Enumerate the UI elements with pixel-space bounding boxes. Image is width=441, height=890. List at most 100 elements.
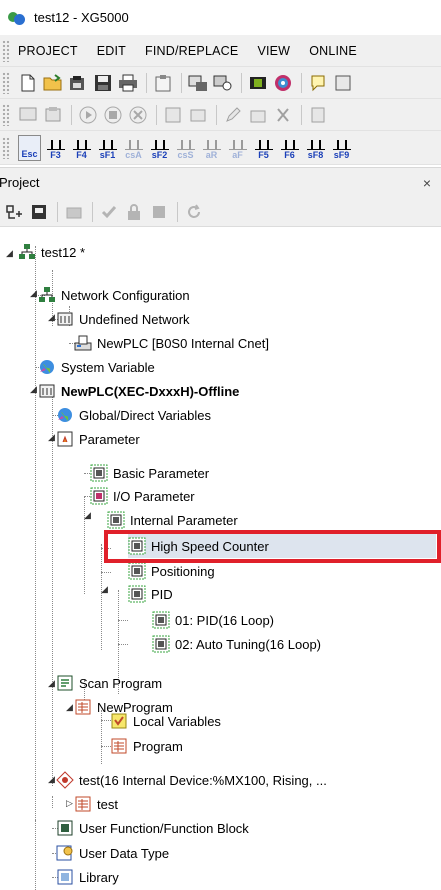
- tree-item-io-parameter[interactable]: I/O Parameter: [90, 484, 195, 508]
- positive-transition-contact-button[interactable]: sF1: [96, 135, 119, 161]
- tree-item-newplc-cnet[interactable]: NewPLC [B0S0 Internal Cnet]: [74, 331, 269, 355]
- folder-icon[interactable]: [188, 105, 208, 125]
- plc-monitor-icon[interactable]: [213, 73, 233, 93]
- menu-online[interactable]: ONLINE: [309, 44, 357, 58]
- connect-line-button[interactable]: sF8: [304, 135, 327, 161]
- toolbar-grip[interactable]: [2, 71, 10, 94]
- vertical-line-button[interactable]: F6: [278, 135, 301, 161]
- negative-transition-contact-button[interactable]: sF2: [148, 135, 171, 161]
- page-icon[interactable]: [308, 105, 328, 125]
- pen-icon[interactable]: [223, 105, 243, 125]
- toolbar-grip[interactable]: [2, 103, 10, 126]
- module-icon[interactable]: [43, 105, 63, 125]
- collapse-arrow-icon[interactable]: ◢: [66, 702, 73, 713]
- compile-icon[interactable]: [149, 202, 169, 222]
- disc-icon[interactable]: [273, 73, 293, 93]
- toolbar-separator: [181, 72, 182, 93]
- local-variables-icon: [110, 712, 128, 730]
- menu-view[interactable]: VIEW: [257, 44, 290, 58]
- tree-item-plc[interactable]: NewPLC(XEC-DxxxH)-Offline: [38, 379, 239, 403]
- open-project-icon[interactable]: [43, 73, 63, 93]
- collapse-arrow-icon[interactable]: ◢: [84, 510, 91, 521]
- rising-edge-button[interactable]: aR: [200, 135, 223, 161]
- project-icon: [18, 243, 36, 261]
- print-icon[interactable]: [118, 73, 138, 93]
- film-icon[interactable]: [248, 73, 268, 93]
- collapse-arrow-icon[interactable]: ◢: [48, 312, 55, 323]
- tree-item-internal-parameter[interactable]: Internal Parameter: [107, 508, 238, 532]
- tree-item-test[interactable]: test: [74, 792, 118, 816]
- tree-item-undefined-network[interactable]: Undefined Network: [56, 307, 190, 331]
- open-folder-icon[interactable]: [68, 73, 88, 93]
- collapse-arrow-icon[interactable]: ◢: [101, 584, 108, 595]
- tree-item-program[interactable]: Program: [110, 734, 183, 758]
- tree-item-local-variables[interactable]: Local Variables: [110, 709, 221, 733]
- run-icon[interactable]: [78, 105, 98, 125]
- clipboard-icon[interactable]: [153, 73, 173, 93]
- screen-icon[interactable]: [18, 105, 38, 125]
- ladder-toolbar: Esc F3 F4 sF1 csA sF2 csS aR aF F5 F6 sF…: [0, 131, 441, 165]
- lock-icon[interactable]: [124, 202, 144, 222]
- program-icon: [74, 795, 92, 813]
- expand-arrow-icon[interactable]: ▷: [66, 798, 73, 809]
- check-icon[interactable]: [99, 202, 119, 222]
- tree-item-auto-tuning[interactable]: 02: Auto Tuning(16 Loop): [152, 632, 321, 656]
- tree-item-basic-parameter[interactable]: Basic Parameter: [90, 461, 209, 485]
- menu-find-replace[interactable]: FIND/REPLACE: [145, 44, 238, 58]
- annotation-highlight-box: [104, 530, 441, 563]
- horizontal-line-button[interactable]: F5: [252, 135, 275, 161]
- refresh-icon[interactable]: [184, 202, 204, 222]
- plc-connect-icon[interactable]: [188, 73, 208, 93]
- open-item-icon[interactable]: [29, 202, 49, 222]
- cut-icon[interactable]: [273, 105, 293, 125]
- item-properties-icon[interactable]: [64, 202, 84, 222]
- close-icon[interactable]: ×: [423, 175, 431, 191]
- normally-closed-contact-button[interactable]: F4: [70, 135, 93, 161]
- toolbar-separator: [71, 104, 72, 125]
- collapse-arrow-icon[interactable]: ◢: [48, 678, 55, 689]
- stop-icon[interactable]: [103, 105, 123, 125]
- tree-item-test-task[interactable]: test(16 Internal Device:%MX100, Rising, …: [56, 768, 327, 792]
- help-icon[interactable]: [333, 73, 353, 93]
- user-data-type-icon: [56, 844, 74, 862]
- lightbulb-icon[interactable]: [308, 73, 328, 93]
- tree-line: [118, 644, 128, 645]
- falling-edge-button[interactable]: aF: [226, 135, 249, 161]
- cancel-icon[interactable]: [128, 105, 148, 125]
- tree-item-pid[interactable]: PID: [128, 582, 173, 606]
- package-icon[interactable]: [248, 105, 268, 125]
- tree-item-pid-16-loop[interactable]: 01: PID(16 Loop): [152, 608, 274, 632]
- tree-item-scan-program[interactable]: Scan Program: [56, 671, 162, 695]
- program-icon: [110, 737, 128, 755]
- network-icon[interactable]: [163, 105, 183, 125]
- tree-item-user-function[interactable]: User Function/Function Block: [56, 816, 249, 840]
- tree-line: [35, 820, 36, 890]
- positive-transition-closed-contact-button[interactable]: csA: [122, 135, 145, 161]
- collapse-arrow-icon[interactable]: ◢: [30, 384, 37, 395]
- collapse-arrow-icon[interactable]: ◢: [6, 248, 13, 259]
- invert-button[interactable]: sF9: [330, 135, 353, 161]
- tree-item-library[interactable]: Library: [56, 865, 119, 889]
- parameter-sheet-icon: [107, 511, 125, 529]
- network-configuration-icon: [38, 286, 56, 304]
- collapse-arrow-icon[interactable]: ◢: [48, 774, 55, 785]
- menu-grip[interactable]: [2, 39, 10, 62]
- tree-item-global-variables[interactable]: Global/Direct Variables: [56, 403, 211, 427]
- esc-select-button[interactable]: Esc: [18, 134, 41, 161]
- new-project-icon[interactable]: [18, 73, 38, 93]
- collapse-arrow-icon[interactable]: ◢: [30, 288, 37, 299]
- negative-transition-closed-contact-button[interactable]: csS: [174, 135, 197, 161]
- save-icon[interactable]: [93, 73, 113, 93]
- tree-item-system-variable[interactable]: System Variable: [38, 355, 155, 379]
- tree-item-user-data-type[interactable]: User Data Type: [56, 841, 169, 865]
- add-item-icon[interactable]: [4, 202, 24, 222]
- menu-project[interactable]: PROJECT: [18, 44, 78, 58]
- tree-item-parameter[interactable]: Parameter: [56, 427, 140, 451]
- normally-open-contact-button[interactable]: F3: [44, 135, 67, 161]
- toolbar-grip[interactable]: [2, 136, 10, 159]
- tree-item-network-configuration[interactable]: Network Configuration: [38, 283, 190, 307]
- parameter-icon: [56, 430, 74, 448]
- collapse-arrow-icon[interactable]: ◢: [48, 432, 55, 443]
- menu-edit[interactable]: EDIT: [97, 44, 126, 58]
- tree-item-project[interactable]: test12 *: [18, 240, 85, 264]
